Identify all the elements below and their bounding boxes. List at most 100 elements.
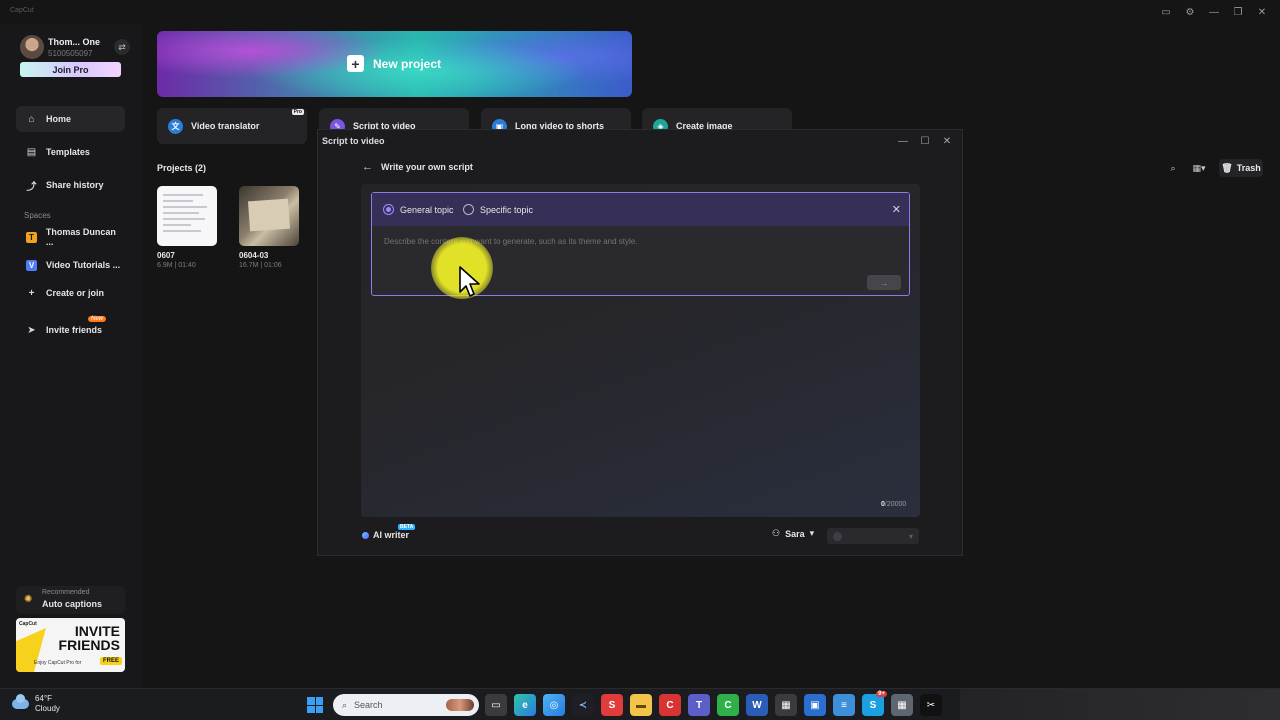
ai-writer-button[interactable]: AI writer <box>362 530 409 540</box>
video-translator-button[interactable]: 文 Video translator Pro <box>157 108 307 144</box>
sidebar-item-space-thomas[interactable]: T Thomas Duncan ... <box>16 224 125 250</box>
sidebar-item-space-tutorials[interactable]: V Video Tutorials ... <box>16 252 125 278</box>
sidebar-item-home[interactable]: ⌂ Home <box>16 106 125 132</box>
send-icon: ➤ <box>27 324 36 336</box>
notepad-icon[interactable]: ≡ <box>833 694 855 716</box>
chevron-down-icon: ▾ <box>908 531 913 541</box>
restore-button[interactable]: ❐ <box>1228 4 1248 20</box>
character-count: 0/20000 <box>881 501 907 508</box>
sidebar-item-label: Templates <box>46 147 90 157</box>
project-meta: 6.9M | 01:40 <box>157 262 196 269</box>
cloud-icon <box>12 694 29 709</box>
recommended-title: Auto captions <box>42 599 102 609</box>
profile[interactable]: Thom... One 5100505097 ⇄ <box>20 35 130 63</box>
close-icon[interactable]: ✕ <box>892 203 901 216</box>
weather-condition: Cloudy <box>35 704 60 713</box>
project-thumbnail[interactable] <box>157 186 217 246</box>
generate-icon <box>833 531 842 541</box>
minimize-button[interactable]: — <box>894 134 912 148</box>
capcut-window: CapCut ▭ ⚙ — ❐ ✕ Thom... One 5100505097 … <box>0 0 1280 688</box>
project-name: 0607 <box>157 251 175 260</box>
radio-label: General topic <box>400 204 454 215</box>
minimize-button[interactable]: — <box>1204 4 1224 20</box>
browser-icon[interactable]: ◎ <box>543 694 565 716</box>
weather-widget[interactable]: 64°F Cloudy <box>12 694 60 714</box>
project-name: 0604-03 <box>239 251 269 260</box>
trash-button[interactable]: 🗑 Trash <box>1219 159 1263 177</box>
settings-icon[interactable]: ⚙ <box>1180 4 1200 20</box>
beta-badge: BETA <box>398 524 416 530</box>
send-arrow-button[interactable]: → <box>867 275 901 290</box>
new-project-button[interactable]: + New project <box>157 31 632 97</box>
app-logo: CapCut <box>10 7 34 14</box>
banner-title: INVITE FRIENDS <box>58 623 120 653</box>
taskbar-search[interactable]: ⌕ Search <box>333 694 479 716</box>
notification-badge: 9+ <box>876 691 887 697</box>
remote-desktop-icon[interactable]: ▣ <box>804 694 826 716</box>
view-toggle-icon[interactable]: ▦▾ <box>1186 160 1212 176</box>
sidebar: Thom... One 5100505097 ⇄ Join Pro ⌂ Home… <box>0 24 142 688</box>
banner-free-tag: FREE <box>99 657 122 665</box>
feedback-icon[interactable]: ▭ <box>1156 4 1176 20</box>
sidebar-item-invite[interactable]: ➤ Invite friends <box>16 317 125 343</box>
teams-icon[interactable]: T <box>688 694 710 716</box>
search-placeholder: Search <box>354 700 383 710</box>
sidebar-item-create-join[interactable]: + Create or join <box>16 280 125 306</box>
radio-label: Specific topic <box>480 204 534 215</box>
back-button[interactable]: ← Write your own script <box>362 161 473 173</box>
trash-label: Trash <box>1236 163 1261 173</box>
back-label: Write your own script <box>381 162 473 172</box>
general-topic-radio[interactable]: General topic <box>383 204 454 215</box>
sidebar-item-label: Home <box>46 114 72 124</box>
skype-icon[interactable]: S 9+ <box>862 691 887 716</box>
app-green-icon[interactable]: C <box>717 694 739 716</box>
ai-writer-label: AI writer <box>373 530 410 540</box>
recommended-card[interactable]: ✺ Recommended Auto captions <box>16 586 125 614</box>
generate-button[interactable]: ▾ <box>827 528 919 544</box>
close-button[interactable]: ✕ <box>938 134 956 148</box>
avatar[interactable] <box>20 35 44 59</box>
store-icon[interactable]: ▦ <box>775 694 797 716</box>
new-badge: New <box>88 316 107 322</box>
back-arrow-icon: ← <box>362 161 373 173</box>
dialog-controls: — ☐ ✕ <box>894 134 956 148</box>
system-tray-blurred <box>960 689 1280 720</box>
calculator-icon[interactable]: ▦ <box>891 694 913 716</box>
voice-select[interactable]: ⚇ Sara ▾ <box>772 528 814 539</box>
word-icon[interactable]: W <box>746 694 768 716</box>
edge-icon[interactable]: e <box>514 694 536 716</box>
vscode-icon[interactable]: ≺ <box>572 694 594 716</box>
task-view-icon[interactable]: ▭ <box>485 694 507 716</box>
recommended-label: Recommended <box>42 589 90 596</box>
script-to-video-dialog: Script to video — ☐ ✕ ← Write your own s… <box>317 129 963 556</box>
templates-icon: ▤ <box>26 146 37 158</box>
trash-icon: 🗑 <box>1221 162 1233 173</box>
app-c-icon[interactable]: C <box>659 694 681 716</box>
sidebar-item-templates[interactable]: ▤ Templates <box>16 139 125 165</box>
sidebar-item-share-history[interactable]: ⤴ Share history <box>16 172 125 198</box>
app-s-icon[interactable]: S <box>601 694 623 716</box>
search-icon[interactable]: ⌕ <box>1165 160 1181 176</box>
capcut-taskbar-icon[interactable]: ✂ <box>920 694 942 716</box>
close-button[interactable]: ✕ <box>1252 4 1272 20</box>
banner-brand: CapCut <box>19 621 37 627</box>
pro-tag: Pro <box>291 109 304 115</box>
new-project-label: New project <box>373 56 442 71</box>
switch-account-icon[interactable]: ⇄ <box>114 39 130 55</box>
file-explorer-icon[interactable]: ▬ <box>630 694 652 716</box>
join-pro-button[interactable]: Join Pro <box>20 62 121 77</box>
invite-friends-banner[interactable]: CapCut INVITE FRIENDS Enjoy CapCut Pro f… <box>16 618 125 672</box>
radio-checked-icon <box>383 204 394 215</box>
radio-unchecked-icon <box>463 204 474 215</box>
windows-start-icon[interactable] <box>307 697 323 713</box>
search-icon: ⌕ <box>342 699 348 710</box>
person-icon: ⚇ <box>772 528 781 538</box>
specific-topic-radio[interactable]: Specific topic <box>463 204 533 215</box>
project-thumbnail[interactable] <box>239 186 299 246</box>
space-badge: T <box>26 231 37 243</box>
home-icon: ⌂ <box>28 113 35 125</box>
banner-subtitle: Enjoy CapCut Pro for <box>34 660 82 666</box>
maximize-button[interactable]: ☐ <box>916 134 934 148</box>
taskbar-apps: ▭ e ◎ ≺ S ▬ C T C W ▦ ▣ ≡ S 9+ ▦ ✂ <box>485 691 942 716</box>
chevron-down-icon: ▾ <box>809 528 815 538</box>
